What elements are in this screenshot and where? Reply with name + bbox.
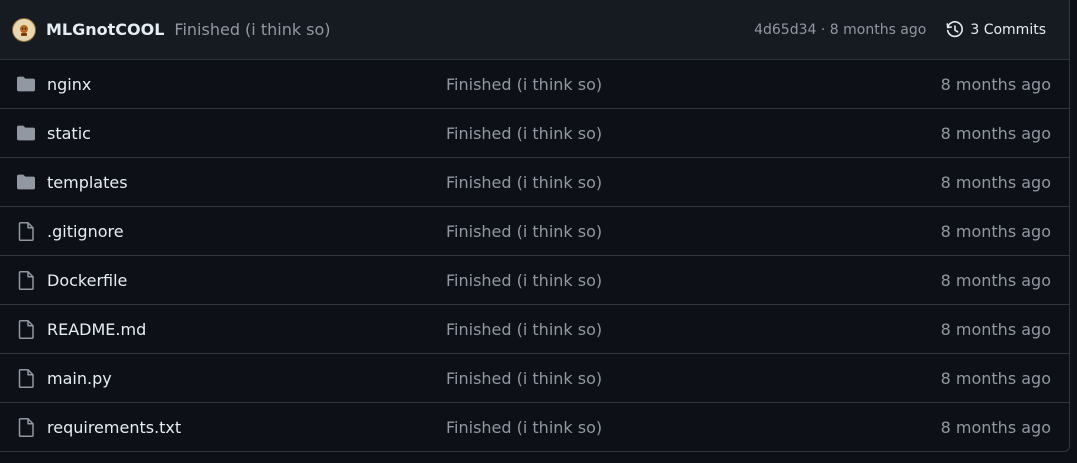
file-commit-age: 8 months ago <box>940 319 1051 339</box>
commit-message-link[interactable]: Finished (i think so) <box>174 20 754 39</box>
file-row[interactable]: static Finished (i think so) 8 months ago <box>0 109 1069 158</box>
file-commit-message-link[interactable]: Finished (i think so) <box>446 320 602 339</box>
file-name-link[interactable]: nginx <box>47 75 91 94</box>
file-row[interactable]: .gitignore Finished (i think so) 8 months … <box>0 207 1069 256</box>
file-commit-age: 8 months ago <box>940 221 1051 241</box>
file-icon <box>16 319 36 339</box>
folder-icon <box>16 74 36 94</box>
file-icon <box>16 270 36 290</box>
file-commit-message-link[interactable]: Finished (i think so) <box>446 369 602 388</box>
file-commit-message-link[interactable]: Finished (i think so) <box>446 222 602 241</box>
commits-history-link[interactable]: 3 Commits <box>946 20 1046 39</box>
file-name-link[interactable]: main.py <box>47 369 112 388</box>
file-list: nginx Finished (i think so) 8 months ago st… <box>0 60 1069 451</box>
folder-icon <box>16 123 36 143</box>
file-row[interactable]: README.md Finished (i think so) 8 months a… <box>0 305 1069 354</box>
file-commit-age: 8 months ago <box>940 417 1051 437</box>
file-commit-message-link[interactable]: Finished (i think so) <box>446 173 602 192</box>
latest-commit-header: MLGnotCOOL Finished (i think so) 4d65d34… <box>0 0 1069 60</box>
file-icon <box>16 368 36 388</box>
file-row[interactable]: templates Finished (i think so) 8 months a… <box>0 158 1069 207</box>
file-row[interactable]: Dockerfile Finished (i think so) 8 months … <box>0 256 1069 305</box>
file-name-link[interactable]: .gitignore <box>47 222 124 241</box>
file-commit-age: 8 months ago <box>940 270 1051 290</box>
file-commit-message-link[interactable]: Finished (i think so) <box>446 271 602 290</box>
file-name-link[interactable]: README.md <box>47 320 146 339</box>
commit-author-link[interactable]: MLGnotCOOL <box>46 20 164 39</box>
commits-count-label: 3 Commits <box>970 21 1046 38</box>
file-commit-age: 8 months ago <box>940 74 1051 94</box>
file-commit-age: 8 months ago <box>940 172 1051 192</box>
file-icon <box>16 417 36 437</box>
file-name-link[interactable]: Dockerfile <box>47 271 127 290</box>
file-name-link[interactable]: requirements.txt <box>47 418 181 437</box>
file-commit-message-link[interactable]: Finished (i think so) <box>446 75 602 94</box>
file-commit-message-link[interactable]: Finished (i think so) <box>446 418 602 437</box>
file-row[interactable]: nginx Finished (i think so) 8 months ago <box>0 60 1069 109</box>
file-name-link[interactable]: static <box>47 124 91 143</box>
file-row[interactable]: main.py Finished (i think so) 8 months ago <box>0 354 1069 403</box>
folder-icon <box>16 172 36 192</box>
file-row[interactable]: requirements.txt Finished (i think so) 8 m… <box>0 403 1069 451</box>
file-browser: MLGnotCOOL Finished (i think so) 4d65d34… <box>0 0 1070 452</box>
file-icon <box>16 221 36 241</box>
commit-hash-and-time[interactable]: 4d65d34 · 8 months ago <box>754 22 926 38</box>
file-commit-age: 8 months ago <box>940 368 1051 388</box>
avatar-icon <box>20 24 28 36</box>
avatar[interactable] <box>12 17 36 42</box>
file-commit-message-link[interactable]: Finished (i think so) <box>446 124 602 143</box>
history-icon <box>946 20 964 37</box>
file-commit-age: 8 months ago <box>940 123 1051 143</box>
file-name-link[interactable]: templates <box>47 173 128 192</box>
